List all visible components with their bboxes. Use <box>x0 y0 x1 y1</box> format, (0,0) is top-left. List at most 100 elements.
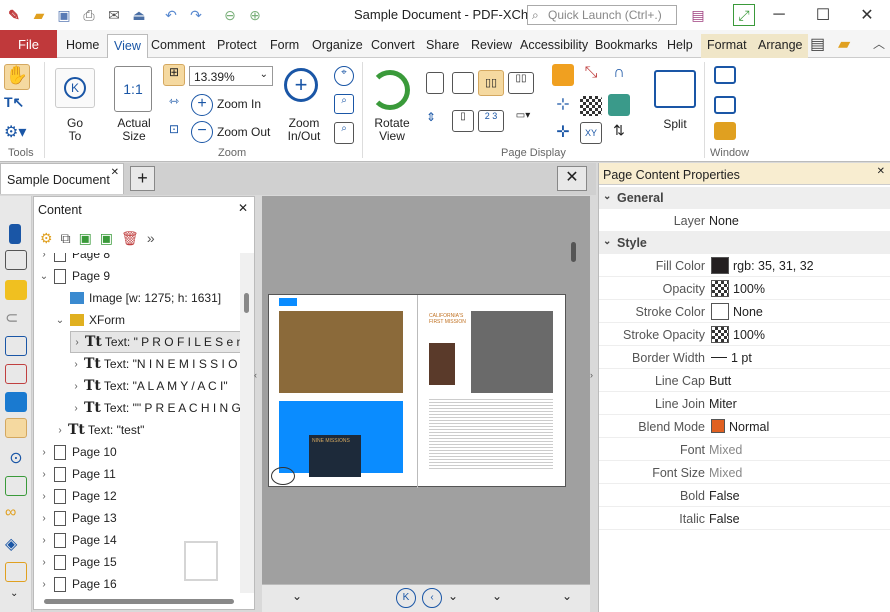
email-icon[interactable]: ✉ <box>103 4 125 26</box>
previous-page-icon[interactable]: ‹ <box>422 588 442 608</box>
selected-text-marker[interactable] <box>279 298 297 306</box>
open-folder-icon[interactable]: ▰ <box>28 4 50 26</box>
tree-row[interactable]: Image [w: 1275; h: 1631] <box>54 287 221 309</box>
tree-row[interactable]: › Tt Text: " P R O F I L E S e n v <box>70 331 240 353</box>
tree-row[interactable]: › Tt Text: "A L A M Y / A C I" <box>70 375 227 397</box>
pan-zoom-icon[interactable]: ⌕ <box>334 122 354 144</box>
close-icon[interactable]: ✕ <box>877 166 885 177</box>
comments-icon[interactable] <box>5 280 27 300</box>
prop-bold[interactable]: Bold False <box>599 484 890 507</box>
tab-review[interactable]: Review <box>465 34 518 58</box>
guides-icon[interactable] <box>608 94 630 116</box>
document-tab[interactable]: Sample Document ✕ <box>0 163 124 194</box>
forward-icon[interactable]: ⊕ <box>244 4 266 26</box>
continuous-icon[interactable] <box>452 72 474 94</box>
tab-comment[interactable]: Comment <box>145 34 211 58</box>
single-page-icon[interactable] <box>426 72 444 94</box>
rulers-icon[interactable] <box>552 64 574 86</box>
horizontal-scrollbar[interactable] <box>44 599 234 604</box>
minimize-button[interactable]: ─ <box>764 3 794 27</box>
page-gap-icon[interactable]: ▯ <box>452 110 474 132</box>
zoom-inout-label[interactable]: Zoom In/Out <box>280 117 328 143</box>
select-text-icon[interactable]: T↖ <box>4 94 30 116</box>
grid-icon[interactable]: ⊹ <box>552 94 574 116</box>
prop-fill-color[interactable]: Fill Color rgb: 35, 31, 32 <box>599 254 890 277</box>
zoom-nav-icon[interactable]: ⌄ <box>492 589 502 603</box>
tree-scrollbar[interactable] <box>240 253 254 593</box>
fields-icon[interactable] <box>5 562 27 582</box>
undo-icon[interactable]: ↶ <box>160 4 182 26</box>
goto-button[interactable]: K <box>55 68 95 108</box>
page-spread[interactable]: NINE MISSIONS CALIFORNIA'S FIRST MISSION <box>268 294 566 488</box>
customize-icon[interactable]: ▤ <box>687 4 709 26</box>
prop-line-join[interactable]: Line Join Miter <box>599 392 890 415</box>
collapse-ribbon-icon[interactable]: ︿ <box>873 35 885 52</box>
layout-nav-icon[interactable]: ⌄ <box>562 589 572 603</box>
folder-icon[interactable]: ▰ <box>838 34 850 54</box>
attachments-icon[interactable]: ⊂ <box>5 308 27 328</box>
expand-twisty-icon[interactable]: › <box>38 447 50 458</box>
rotate-view-label[interactable]: Rotate View <box>368 117 416 143</box>
settings-icon[interactable]: ⚙ <box>40 230 53 247</box>
tree-row[interactable]: › Tt Text: "N I N E M I S S I O N <box>70 353 240 375</box>
thumbnails-icon[interactable] <box>5 250 27 270</box>
prop-font-size[interactable]: Font Size Mixed <box>599 461 890 484</box>
destinations-icon[interactable] <box>5 364 27 384</box>
structure-icon[interactable] <box>5 476 27 496</box>
more-icon[interactable]: » <box>147 230 155 246</box>
coordinates-icon[interactable]: XY <box>580 122 602 144</box>
transform-handles[interactable] <box>271 467 295 485</box>
expand-twisty-icon[interactable]: › <box>38 469 50 480</box>
prop-blend-mode[interactable]: Blend Mode Normal <box>599 415 890 438</box>
zoom-out-icon[interactable]: − <box>191 121 213 143</box>
collapse-right-panel-icon[interactable]: › <box>590 370 598 400</box>
workspace-icon[interactable] <box>714 122 736 140</box>
tab-bookmarks[interactable]: Bookmarks <box>589 34 664 58</box>
expand-twisty-icon[interactable]: › <box>71 337 83 348</box>
prop-border-width[interactable]: Border Width 1 pt <box>599 346 890 369</box>
tree-row[interactable]: › Page 14 <box>38 529 117 551</box>
maximize-button[interactable]: ☐ <box>808 3 838 27</box>
location-icon[interactable]: ⊙ <box>5 448 27 468</box>
bookmarks-icon[interactable] <box>9 224 21 244</box>
expand-twisty-icon[interactable]: › <box>38 491 50 502</box>
tags-icon[interactable]: ◈ <box>5 534 27 554</box>
tree-row[interactable]: ⌄ Page 9 <box>38 265 110 287</box>
zoom-in-icon[interactable]: + <box>191 94 213 116</box>
quick-launch-input[interactable]: ⌕ Quick Launch (Ctrl+.) <box>527 5 677 25</box>
zoom-select[interactable]: 13.39% ⌄ <box>189 66 273 86</box>
tree-row[interactable]: › Page 11 <box>38 463 116 485</box>
collapse-left-panel-icon[interactable]: ‹ <box>254 370 262 400</box>
fit-page-icon[interactable]: ⊞ <box>163 64 185 86</box>
save-icon[interactable]: ▣ <box>53 4 75 26</box>
tab-format[interactable]: Format <box>701 34 753 58</box>
redo-icon[interactable]: ↷ <box>185 4 207 26</box>
tab-view[interactable]: View <box>107 34 148 58</box>
transparency-grid-icon[interactable] <box>580 96 602 116</box>
tree-row[interactable]: › Page 13 <box>38 507 117 529</box>
tree-row[interactable]: › Page 15 <box>38 551 117 573</box>
scan-icon[interactable]: ⏏ <box>128 4 150 26</box>
tree-row[interactable]: › Tt Text: "test" <box>54 419 144 441</box>
prop-stroke-color[interactable]: Stroke Color None <box>599 300 890 323</box>
layers-icon[interactable] <box>5 392 27 412</box>
scrollbar-thumb[interactable] <box>244 293 249 313</box>
expand-twisty-icon[interactable]: ⌄ <box>54 315 66 326</box>
ungroup-icon[interactable]: ▣ <box>100 230 113 247</box>
fit-width-icon[interactable]: ⇿ <box>163 94 185 116</box>
tree-row[interactable]: › Page 8 <box>38 253 110 265</box>
object-tool-icon[interactable]: ⚙▾ <box>4 122 34 144</box>
expand-twisty-icon[interactable]: › <box>38 557 50 568</box>
delete-icon[interactable]: 🗑 <box>121 230 139 247</box>
prop-line-cap[interactable]: Line Cap Butt <box>599 369 890 392</box>
prop-font[interactable]: Font Mixed <box>599 438 890 461</box>
expand-twisty-icon[interactable]: › <box>38 513 50 524</box>
split-icon[interactable] <box>654 70 696 108</box>
tab-convert[interactable]: Convert <box>365 34 421 58</box>
back-icon[interactable]: ⊖ <box>219 4 241 26</box>
prop-opacity[interactable]: Opacity 100% <box>599 277 890 300</box>
hand-tool-icon[interactable]: ✋ <box>4 64 30 90</box>
document-scrollbar-thumb[interactable] <box>571 242 576 262</box>
sizes-icon[interactable]: ⇅ <box>608 122 630 144</box>
tree-row[interactable]: ⌄ XForm <box>54 309 125 331</box>
